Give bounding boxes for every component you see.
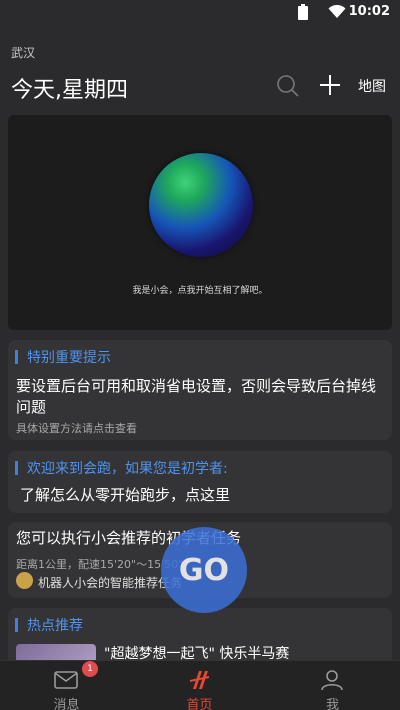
map-link[interactable]: 地图 bbox=[358, 76, 386, 96]
welcome-title: 欢迎来到会跑，如果您是初学者: bbox=[27, 461, 228, 477]
tab-label: 消息 bbox=[53, 698, 80, 710]
robot-avatar bbox=[16, 572, 33, 589]
section-bar bbox=[15, 618, 18, 632]
tab-label: 我 bbox=[325, 698, 339, 710]
task-recommender: 机器人小会的智能推荐任务 bbox=[38, 576, 183, 590]
status-bar: 10:02 bbox=[0, 0, 400, 24]
assistant-orb[interactable] bbox=[149, 153, 253, 257]
section-bar bbox=[15, 350, 18, 364]
wifi-icon bbox=[328, 5, 346, 18]
message-badge: 1 bbox=[82, 661, 98, 677]
hero-caption: 我是小会，点我开始互相了解吧。 bbox=[132, 286, 268, 296]
notice-header: 特别重要提示 bbox=[15, 347, 111, 367]
welcome-card[interactable]: 欢迎来到会跑，如果您是初学者: 了解怎么从零开始跑步，点这里 bbox=[8, 451, 392, 513]
notice-body: 要设置后台可用和取消省电设置，否则会导致后台掉线问题 bbox=[16, 377, 377, 416]
add-icon[interactable] bbox=[318, 73, 342, 97]
status-time: 10:02 bbox=[348, 4, 390, 19]
hero-card[interactable]: 我是小会，点我开始互相了解吧。 bbox=[8, 115, 392, 330]
search-icon[interactable] bbox=[276, 74, 300, 98]
tab-home[interactable]: 首页 bbox=[133, 661, 266, 710]
notice-title: 特别重要提示 bbox=[27, 350, 111, 366]
city-label[interactable]: 武汉 bbox=[11, 44, 35, 61]
battery-icon bbox=[298, 4, 308, 20]
tab-me[interactable]: 我 bbox=[266, 661, 399, 710]
welcome-body[interactable]: 了解怎么从零开始跑步，点这里 bbox=[20, 485, 230, 506]
tab-bar: 1 消息 首页 我 bbox=[0, 660, 400, 710]
welcome-header: 欢迎来到会跑，如果您是初学者: bbox=[15, 458, 228, 478]
page-title: 今天,星期四 bbox=[11, 78, 128, 103]
user-icon bbox=[321, 670, 343, 691]
go-button[interactable]: GO bbox=[161, 527, 247, 613]
task-detail: 距离1公里，配速15'20"～15'50" bbox=[16, 558, 184, 571]
section-bar bbox=[15, 461, 18, 475]
notice-sub[interactable]: 具体设置方法请点击查看 bbox=[16, 420, 137, 436]
mail-icon bbox=[54, 671, 78, 689]
notice-card[interactable]: 特别重要提示 要设置后台可用和取消省电设置，否则会导致后台掉线问题 具体设置方法… bbox=[8, 340, 392, 440]
hot-title: 热点推荐 bbox=[27, 618, 83, 634]
tab-messages[interactable]: 1 消息 bbox=[0, 661, 133, 710]
tab-label: 首页 bbox=[186, 698, 213, 710]
hot-header: 热点推荐 bbox=[15, 615, 83, 635]
home-logo-icon bbox=[189, 671, 210, 689]
